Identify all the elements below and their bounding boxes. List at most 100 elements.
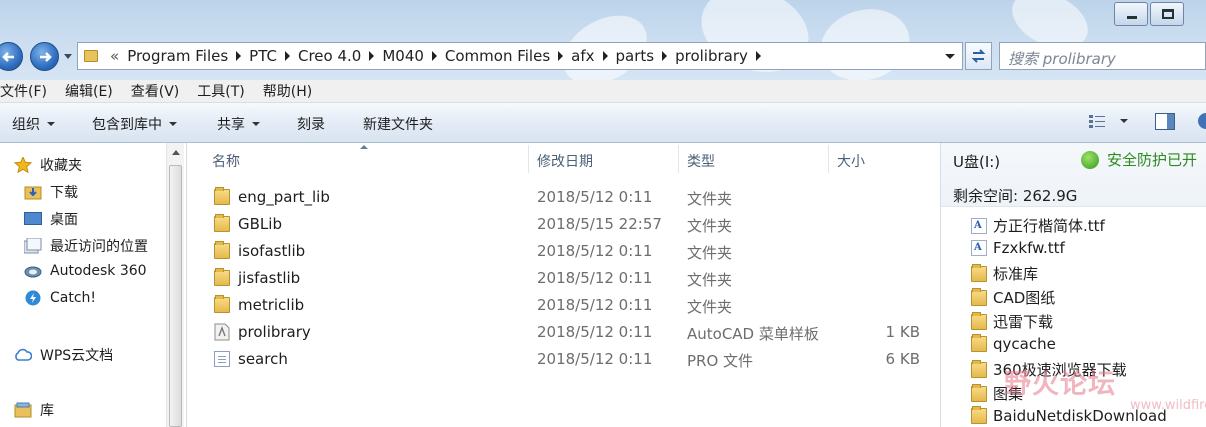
nav-favorites-label: 收藏夹	[40, 158, 82, 174]
breadcrumb-item[interactable]: prolibrary	[667, 47, 761, 65]
folder-icon	[971, 334, 987, 352]
file-date: 2018/5/12 0:11	[537, 188, 653, 206]
refresh-icon	[971, 49, 986, 63]
recent-places-icon	[24, 238, 42, 254]
nav-libraries[interactable]: 库	[14, 400, 54, 420]
address-history-dropdown[interactable]	[940, 43, 960, 69]
nav-downloads-label: 下载	[50, 185, 78, 201]
file-date: 2018/5/12 0:11	[537, 350, 653, 368]
menu-view[interactable]: 查看(V)	[131, 81, 180, 101]
scroll-thumb[interactable]	[169, 165, 182, 427]
breadcrumb-label[interactable]: Program Files	[127, 47, 228, 65]
new-folder-button[interactable]: 新建文件夹	[363, 114, 433, 134]
column-divider[interactable]	[528, 145, 529, 173]
file-row[interactable]: jisfastlib 2018/5/12 0:11 文件夹	[188, 265, 940, 292]
nav-scrollbar[interactable]	[166, 143, 184, 427]
view-options-icon[interactable]	[1088, 113, 1106, 129]
nav-downloads[interactable]: 下载	[24, 182, 78, 202]
breadcrumb-label[interactable]: Creo 4.0	[298, 47, 361, 65]
folder-icon	[971, 311, 987, 330]
nav-recent-places[interactable]: 最近访问的位置	[24, 236, 148, 256]
drive-item[interactable]: CAD图纸	[971, 287, 1055, 308]
chevron-down-icon	[169, 122, 177, 126]
organize-button[interactable]: 组织	[12, 114, 55, 134]
column-header-row: 名称 修改日期 类型 大小	[188, 143, 940, 175]
breadcrumb-item[interactable]: afx	[563, 47, 608, 65]
preview-pane-icon[interactable]	[1155, 113, 1175, 130]
drive-item-label: 标准库	[993, 265, 1039, 283]
breadcrumb-item[interactable]: parts	[608, 47, 668, 65]
chevron-right-icon[interactable]	[755, 51, 761, 61]
breadcrumb-label[interactable]: Common Files	[445, 47, 550, 65]
minimize-button[interactable]	[1114, 2, 1148, 26]
nav-autodesk-360[interactable]: Autodesk 360	[24, 263, 147, 279]
maximize-button[interactable]	[1150, 2, 1184, 26]
refresh-button[interactable]	[965, 42, 992, 70]
folder-icon	[971, 383, 987, 402]
file-date: 2018/5/12 0:11	[537, 269, 653, 287]
nav-wps-cloud[interactable]: WPS云文档	[14, 345, 113, 365]
column-divider[interactable]	[828, 145, 829, 173]
forward-button[interactable]	[30, 42, 59, 71]
drive-item[interactable]: 标准库	[971, 263, 1038, 284]
column-header-date[interactable]: 修改日期	[537, 151, 593, 171]
column-header-name[interactable]: 名称	[212, 151, 240, 171]
recent-pages-dropdown[interactable]	[64, 54, 72, 59]
breadcrumb-item[interactable]: Creo 4.0	[290, 47, 375, 65]
breadcrumb-label[interactable]: PTC	[249, 47, 277, 65]
column-header-type[interactable]: 类型	[687, 151, 715, 171]
menu-file[interactable]: 文件(F)	[0, 81, 47, 101]
file-row[interactable]: search 2018/5/12 0:11 PRO 文件 6 KB	[188, 346, 940, 373]
shield-icon	[1081, 150, 1099, 169]
folder-icon	[971, 406, 987, 424]
search-input[interactable]: 搜索 prolibrary	[1008, 48, 1116, 69]
file-date: 2018/5/12 0:11	[537, 242, 653, 260]
view-options-dropdown[interactable]	[1120, 119, 1128, 123]
scroll-up-icon[interactable]	[172, 150, 180, 155]
nav-favorites[interactable]: 收藏夹	[14, 155, 82, 175]
file-row[interactable]: eng_part_lib 2018/5/12 0:11 文件夹	[188, 184, 940, 211]
file-type: 文件夹	[687, 271, 733, 289]
breadcrumb-item[interactable]: PTC	[241, 47, 290, 65]
search-box[interactable]: 搜索 prolibrary	[999, 42, 1206, 70]
drive-item[interactable]: qycache	[971, 334, 1056, 353]
file-name: isofastlib	[238, 242, 306, 260]
wps-cloud-icon	[15, 348, 32, 361]
column-divider[interactable]	[678, 145, 679, 173]
column-header-size[interactable]: 大小	[837, 151, 865, 171]
drive-item-label: 方正行楷简体.ttf	[993, 217, 1105, 235]
safety-status[interactable]: 安全防护已开	[1081, 149, 1197, 170]
drive-item[interactable]: Fzxkfw.ttf	[971, 239, 1065, 257]
file-row[interactable]: GBLib 2018/5/15 22:57 文件夹	[188, 211, 940, 238]
file-date: 2018/5/12 0:11	[537, 296, 653, 314]
include-in-library-label: 包含到库中	[92, 117, 162, 133]
downloads-folder-icon	[24, 186, 42, 200]
menu-edit[interactable]: 编辑(E)	[65, 81, 113, 101]
breadcrumb-item[interactable]: Common Files	[437, 47, 564, 65]
drive-item[interactable]: 方正行楷简体.ttf	[971, 215, 1105, 236]
drive-item[interactable]: 迅雷下载	[971, 311, 1053, 332]
breadcrumb-item[interactable]: Program Files	[119, 47, 242, 65]
include-in-library-button[interactable]: 包含到库中	[92, 114, 177, 134]
breadcrumb-label[interactable]: parts	[616, 47, 655, 65]
nav-desktop[interactable]: 桌面	[24, 209, 78, 229]
forward-arrow-icon	[40, 52, 52, 62]
file-row[interactable]: prolibrary 2018/5/12 0:11 AutoCAD 菜单样板 1…	[188, 319, 940, 346]
folder-icon	[214, 295, 230, 313]
breadcrumb-overflow[interactable]: «	[110, 47, 119, 65]
share-button[interactable]: 共享	[217, 114, 260, 134]
menu-tools[interactable]: 工具(T)	[197, 81, 244, 101]
breadcrumb-label[interactable]: M040	[382, 47, 424, 65]
file-date: 2018/5/12 0:11	[537, 323, 653, 341]
breadcrumb-item[interactable]: M040	[374, 47, 437, 65]
breadcrumb-label[interactable]: afx	[571, 47, 594, 65]
nav-catch[interactable]: Catch!	[24, 290, 96, 306]
burn-button[interactable]: 刻录	[297, 114, 325, 134]
address-bar[interactable]: « Program Files PTC Creo 4.0 M040 Common…	[77, 42, 963, 70]
file-row[interactable]: metriclib 2018/5/12 0:11 文件夹	[188, 292, 940, 319]
breadcrumb-label[interactable]: prolibrary	[675, 47, 748, 65]
menu-help[interactable]: 帮助(H)	[263, 81, 312, 101]
file-row[interactable]: isofastlib 2018/5/12 0:11 文件夹	[188, 238, 940, 265]
folder-icon	[971, 287, 987, 306]
file-list: 名称 修改日期 类型 大小 eng_part_lib 2018/5/12 0:1…	[188, 143, 940, 427]
